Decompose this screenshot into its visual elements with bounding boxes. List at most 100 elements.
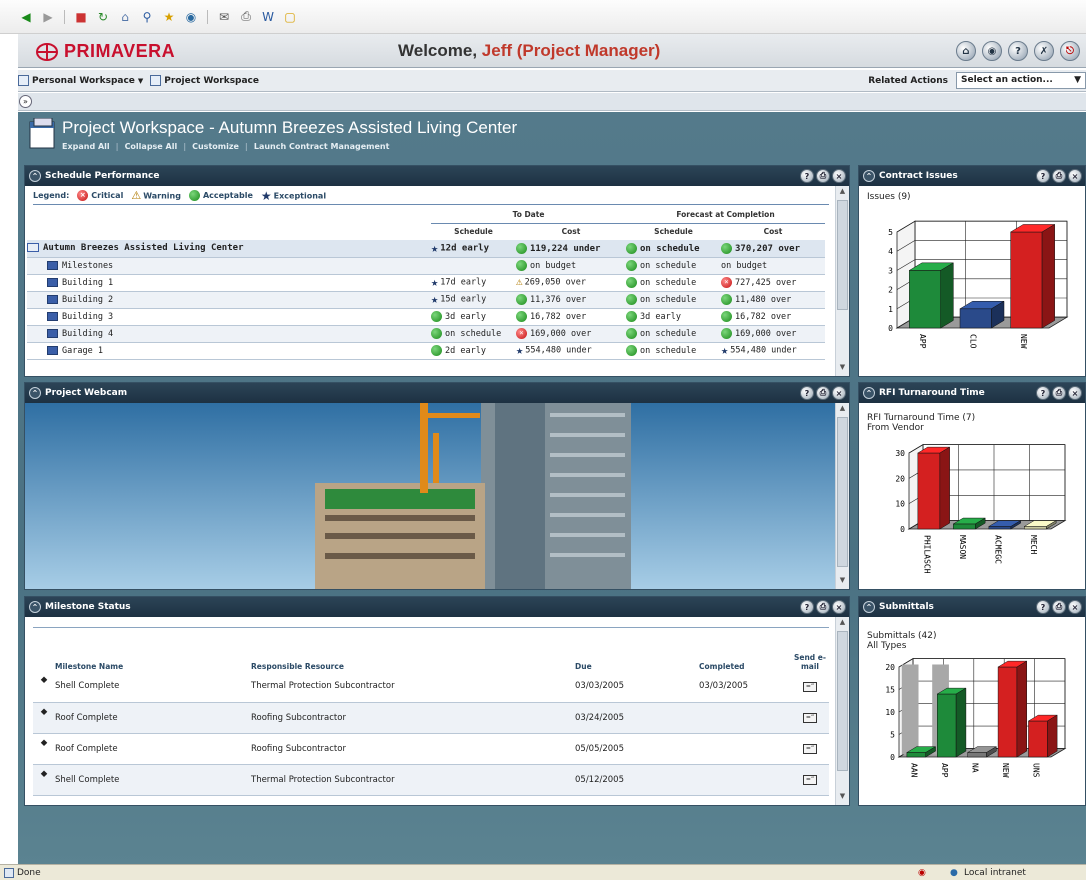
launch-contract-link[interactable]: Launch Contract Management: [254, 142, 390, 151]
forward-icon[interactable]: ▶: [40, 9, 56, 25]
favorites-icon[interactable]: ★: [161, 9, 177, 25]
dashboard-icon[interactable]: ◉: [982, 41, 1002, 61]
home-icon[interactable]: ⌂: [956, 41, 976, 61]
collapse-icon[interactable]: ⌃: [29, 387, 41, 399]
scroll-down-icon[interactable]: ▼: [837, 363, 848, 375]
help-icon[interactable]: ?: [800, 386, 814, 400]
close-icon[interactable]: ×: [832, 386, 846, 400]
send-email-cell[interactable]: =”: [791, 764, 829, 796]
stop-icon[interactable]: ■: [73, 9, 89, 25]
wbs-row[interactable]: Milestones on budget on schedule on budget: [27, 257, 825, 275]
project-row[interactable]: Autumn Breezes Assisted Living Center ★ 12…: [27, 240, 825, 258]
print-icon[interactable]: ⎙: [238, 9, 254, 25]
collapse-icon[interactable]: ⌃: [863, 170, 875, 182]
print-icon[interactable]: ⎙: [1052, 169, 1066, 183]
search-icon[interactable]: ⚲: [139, 9, 155, 25]
resource-cell: Thermal Protection Subcontractor: [251, 764, 575, 796]
close-icon[interactable]: ×: [1068, 386, 1082, 400]
vertical-scrollbar[interactable]: ▲ ▼: [835, 186, 849, 376]
email-icon[interactable]: =”: [803, 713, 817, 723]
scroll-down-icon[interactable]: ▼: [837, 792, 848, 804]
customize-link[interactable]: Customize: [192, 142, 239, 151]
send-email-cell[interactable]: =”: [791, 671, 829, 703]
media-icon[interactable]: ◉: [183, 9, 199, 25]
scroll-up-icon[interactable]: ▲: [837, 187, 848, 199]
collapse-icon[interactable]: ⌃: [29, 170, 41, 182]
close-icon[interactable]: ×: [832, 169, 846, 183]
scroll-up-icon[interactable]: ▲: [837, 618, 848, 630]
logout-icon[interactable]: ⎋: [1060, 41, 1080, 61]
row-name[interactable]: Garage 1: [27, 342, 431, 360]
discuss-icon[interactable]: ▢: [282, 9, 298, 25]
close-icon[interactable]: ×: [1068, 169, 1082, 183]
wbs-row[interactable]: Building 4 on schedule × 169,000 over on sch…: [27, 325, 825, 343]
crumb-project-workspace[interactable]: Project Workspace: [164, 76, 259, 86]
send-email-cell[interactable]: =”: [791, 733, 829, 765]
print-icon[interactable]: ⎙: [816, 169, 830, 183]
print-icon[interactable]: ⎙: [1052, 386, 1066, 400]
scroll-thumb[interactable]: [837, 417, 848, 567]
help-icon[interactable]: ?: [1036, 169, 1050, 183]
row-name[interactable]: Building 2: [27, 291, 431, 309]
back-icon[interactable]: ◀: [18, 9, 34, 25]
collapse-icon[interactable]: ⌃: [863, 387, 875, 399]
vertical-scrollbar[interactable]: ▲ ▼: [835, 403, 849, 589]
help-icon[interactable]: ?: [800, 169, 814, 183]
milestone-name: Roof Complete: [55, 712, 118, 723]
wbs-row[interactable]: Building 3 3d early 16,782 over 3d early 16,…: [27, 308, 825, 326]
row-name[interactable]: Building 4: [27, 325, 431, 343]
row-name[interactable]: Building 1: [27, 274, 431, 292]
print-icon[interactable]: ⎙: [816, 600, 830, 614]
help-icon[interactable]: ?: [1008, 41, 1028, 61]
mail-icon[interactable]: ✉: [216, 9, 232, 25]
help-icon[interactable]: ?: [800, 600, 814, 614]
logo-text: PRIMAVERA: [64, 41, 176, 61]
completed-cell: [699, 764, 791, 796]
wbs-row[interactable]: Building 2 ★ 15d early 11,376 over on schedu…: [27, 291, 825, 309]
cell-value: 727,425 over: [735, 278, 797, 288]
row-name[interactable]: Milestones: [27, 257, 431, 275]
dropdown-arrow-icon[interactable]: ▼: [138, 77, 143, 85]
close-icon[interactable]: ×: [1068, 600, 1082, 614]
background-bar: [901, 664, 919, 755]
print-icon[interactable]: ⎙: [1052, 600, 1066, 614]
help-icon[interactable]: ?: [1036, 386, 1050, 400]
close-icon[interactable]: ×: [832, 600, 846, 614]
bar-app: [909, 270, 941, 329]
collapse-icon[interactable]: ⌃: [863, 601, 875, 613]
link-separator: |: [183, 142, 187, 151]
edit-icon[interactable]: W: [260, 9, 276, 25]
action-select-value: Select an action...: [961, 75, 1053, 85]
portlet-title: RFI Turnaround Time: [879, 388, 985, 398]
tools-icon[interactable]: ✗: [1034, 41, 1054, 61]
email-icon[interactable]: =”: [803, 681, 817, 692]
collapse-all-link[interactable]: Collapse All: [125, 142, 178, 151]
wbs-row[interactable]: Garage 1 2d early ★ 554,480 under on schedul…: [27, 342, 825, 360]
print-icon[interactable]: ⎙: [816, 386, 830, 400]
email-icon[interactable]: =”: [803, 744, 817, 754]
email-icon[interactable]: =”: [803, 775, 817, 785]
scroll-down-icon[interactable]: ▼: [837, 576, 848, 588]
send-email-cell[interactable]: =”: [791, 702, 829, 734]
scroll-thumb[interactable]: [837, 631, 848, 771]
home-icon[interactable]: ⌂: [117, 9, 133, 25]
vertical-scrollbar[interactable]: ▲ ▼: [835, 617, 849, 805]
row-name[interactable]: Building 3: [27, 308, 431, 326]
expand-sidebar-icon[interactable]: »: [19, 95, 32, 108]
group-header-row: To Date Forecast at Completion: [27, 206, 825, 224]
crumb-personal-workspace[interactable]: Personal Workspace: [32, 76, 135, 86]
scroll-up-icon[interactable]: ▲: [837, 404, 848, 416]
row-name[interactable]: Autumn Breezes Assisted Living Center: [27, 240, 431, 258]
scroll-thumb[interactable]: [837, 200, 848, 310]
milestone-row[interactable]: ◆ Roof Complete Roofing Subcontractor 03/24…: [33, 702, 829, 734]
milestone-row[interactable]: ◆ Roof Complete Roofing Subcontractor 05/05…: [33, 733, 829, 765]
milestone-row[interactable]: ◆ Shell Complete Thermal Protection Subcon…: [33, 671, 829, 703]
refresh-icon[interactable]: ↻: [95, 9, 111, 25]
portlet-title: Project Webcam: [45, 388, 128, 398]
action-select[interactable]: Select an action... ▼: [956, 72, 1086, 89]
help-icon[interactable]: ?: [1036, 600, 1050, 614]
wbs-row[interactable]: Building 1 ★ 17d early ⚠ 269,050 over on sche…: [27, 274, 825, 292]
milestone-row[interactable]: ◆ Shell Complete Thermal Protection Subcon…: [33, 764, 829, 796]
expand-all-link[interactable]: Expand All: [62, 142, 110, 151]
collapse-icon[interactable]: ⌃: [29, 601, 41, 613]
